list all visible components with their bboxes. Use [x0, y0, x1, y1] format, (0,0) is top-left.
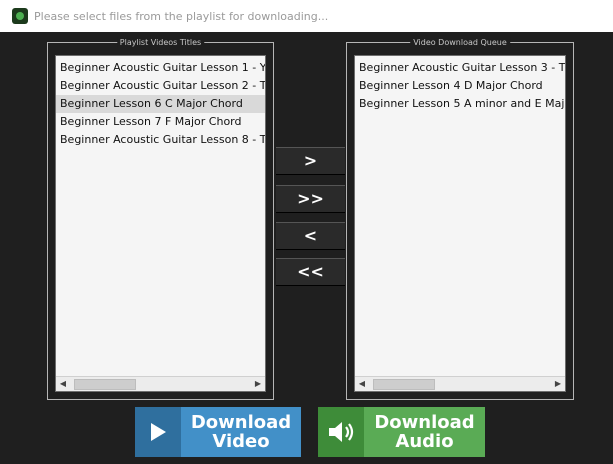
playlist-item[interactable]: Beginner Acoustic Guitar Lesson 8 - The … [56, 131, 265, 149]
queue-listbox[interactable]: Beginner Acoustic Guitar Lesson 3 - The … [354, 55, 566, 392]
window-title: Please select files from the playlist fo… [34, 9, 329, 23]
scroll-left-arrow-icon[interactable]: ◀ [355, 377, 369, 391]
playlist-items: Beginner Acoustic Guitar Lesson 1 - Your… [56, 56, 265, 376]
playlist-item[interactable]: Beginner Acoustic Guitar Lesson 2 - The … [56, 77, 265, 95]
speaker-icon [318, 407, 364, 457]
queue-panel: Video Download Queue Beginner Acoustic G… [346, 37, 574, 400]
download-audio-line1: Download [374, 412, 475, 433]
title-bar: Please select files from the playlist fo… [0, 0, 613, 32]
scroll-thumb[interactable] [373, 379, 435, 390]
playlist-panel: Playlist Videos Titles Beginner Acoustic… [47, 37, 274, 400]
playlist-item[interactable]: Beginner Lesson 7 F Major Chord [56, 113, 265, 131]
playlist-item[interactable]: Beginner Acoustic Guitar Lesson 1 - Your… [56, 59, 265, 77]
queue-panel-title: Video Download Queue [410, 37, 510, 48]
remove-selected-button[interactable]: < [276, 222, 345, 250]
play-icon [135, 407, 181, 457]
queue-scrollbar[interactable]: ◀ ▶ [355, 376, 565, 391]
app-logo-icon [12, 8, 28, 24]
queue-item[interactable]: Beginner Acoustic Guitar Lesson 3 - The … [355, 59, 565, 77]
download-video-line2: Video [212, 431, 270, 452]
download-audio-button[interactable]: Download Audio [318, 407, 485, 457]
scroll-right-arrow-icon[interactable]: ▶ [551, 377, 565, 391]
queue-item[interactable]: Beginner Lesson 5 A minor and E Major Ch… [355, 95, 565, 113]
download-audio-label: Download Audio [364, 407, 485, 457]
remove-all-button[interactable]: << [276, 258, 345, 286]
playlist-listbox[interactable]: Beginner Acoustic Guitar Lesson 1 - Your… [55, 55, 266, 392]
playlist-panel-title: Playlist Videos Titles [116, 37, 205, 48]
main-area: Playlist Videos Titles Beginner Acoustic… [0, 32, 613, 464]
queue-items: Beginner Acoustic Guitar Lesson 3 - The … [355, 56, 565, 376]
playlist-scrollbar[interactable]: ◀ ▶ [56, 376, 265, 391]
download-video-label: Download Video [181, 407, 301, 457]
scroll-thumb[interactable] [74, 379, 136, 390]
scroll-right-arrow-icon[interactable]: ▶ [251, 377, 265, 391]
queue-item[interactable]: Beginner Lesson 4 D Major Chord [355, 77, 565, 95]
scroll-left-arrow-icon[interactable]: ◀ [56, 377, 70, 391]
add-all-button[interactable]: >> [276, 185, 345, 213]
add-selected-button[interactable]: > [276, 147, 345, 175]
download-video-line1: Download [190, 412, 292, 433]
playlist-item[interactable]: Beginner Lesson 6 C Major Chord [56, 95, 265, 113]
download-audio-line2: Audio [395, 431, 454, 452]
download-video-button[interactable]: Download Video [135, 407, 301, 457]
